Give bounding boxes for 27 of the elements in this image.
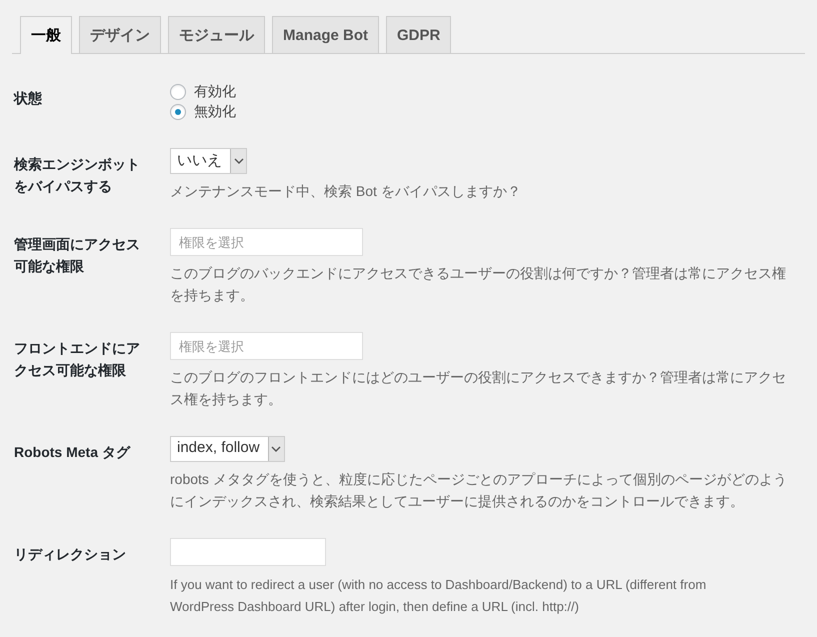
setting-label: フロントエンドにアクセス可能な権限 (14, 339, 141, 380)
setting-label: 管理画面にアクセス可能な権限 (14, 235, 141, 276)
input-field[interactable]: 権限を選択 (170, 332, 363, 360)
input-field[interactable] (170, 538, 326, 566)
dropdown[interactable]: いいえ (170, 148, 247, 174)
option-label: 無効化 (194, 103, 236, 121)
option-label: 有効化 (194, 83, 236, 101)
description: メンテナンスモード中、検索 Bot をバイパスしますか？ (170, 182, 522, 201)
tab[interactable]: モジュール (168, 16, 265, 53)
description: If you want to redirect a user (with no access to Dashboard/Backend) to a URL (different from WordPress Dashboard URL) after login, then define a URL (incl. http://) (170, 576, 708, 616)
setting-label: リディレクション (14, 545, 127, 564)
tab[interactable]: デザイン (79, 16, 161, 53)
setting-label: 状態 (14, 89, 43, 108)
tab[interactable]: GDPR (386, 16, 452, 53)
description: このブログのバックエンドにアクセスできるユーザーの役割は何ですか？管理者は常にアクセス権を持ちます。 (170, 264, 787, 305)
radio-button[interactable] (170, 84, 186, 100)
tab[interactable]: Manage Bot (272, 16, 380, 53)
input-field[interactable]: 権限を選択 (170, 228, 363, 256)
radio-button[interactable] (170, 104, 186, 120)
setting-label: Robots Meta タグ (14, 443, 132, 462)
chevron-down-icon (271, 446, 282, 452)
dropdown[interactable]: index, follow (170, 436, 285, 462)
tab[interactable]: 一般 (20, 16, 72, 54)
chevron-down-icon (234, 158, 244, 164)
description: このブログのフロントエンドにはどのユーザーの役割にアクセスできますか？管理者は常にアクセス権を持ちます。 (170, 368, 787, 409)
description: robots メタタグを使うと、粒度に応じたページごとのアプローチによって個別のページがどのようにインデックスされ、検索結果としてユーザーに提供されるのかをコントロールできます。 (170, 470, 788, 511)
setting-label: 検索エンジンボットをバイパスする (14, 155, 141, 196)
